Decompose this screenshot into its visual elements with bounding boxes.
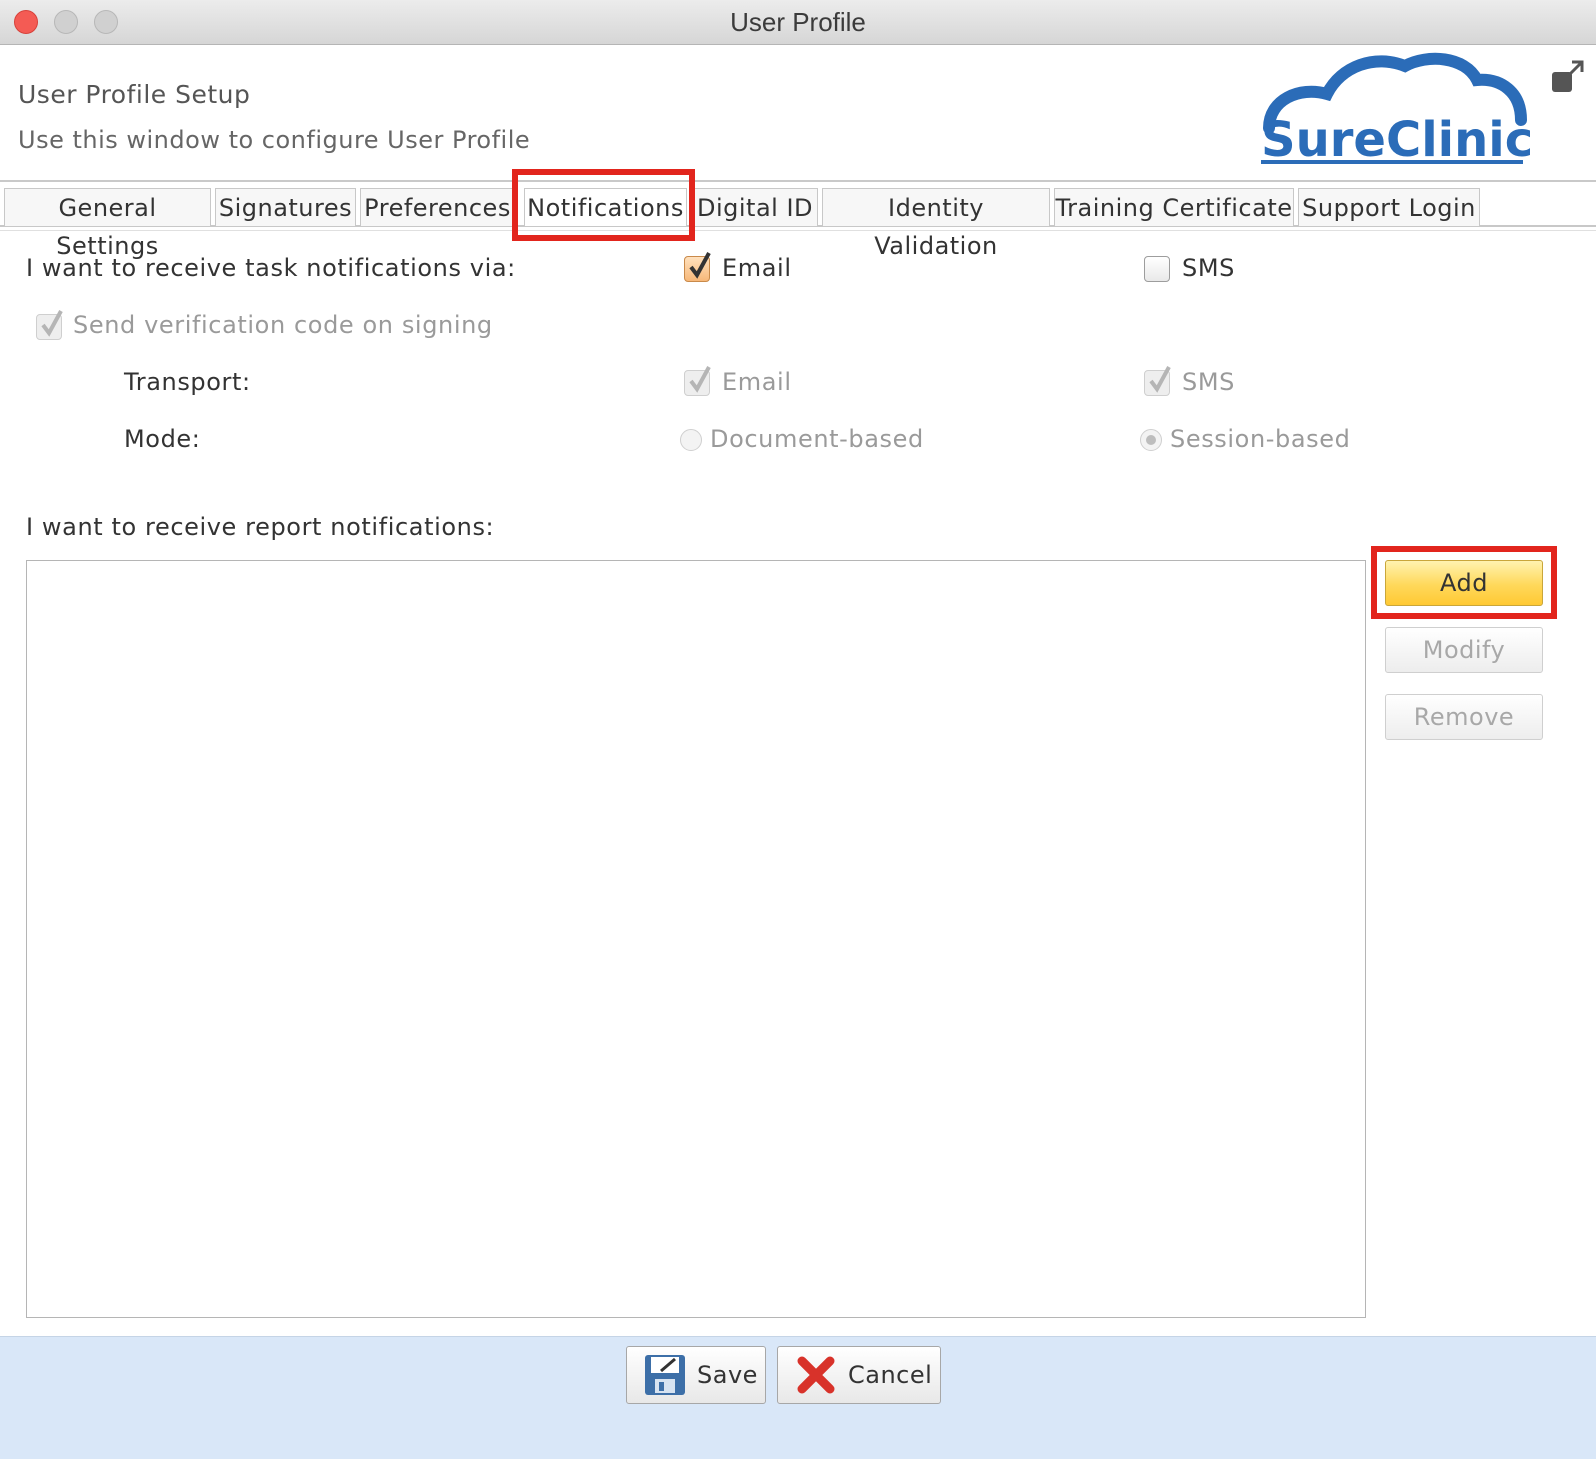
sureclinical-logo: SureClinical [1261,52,1535,168]
save-button[interactable]: Save [626,1346,766,1404]
save-disk-icon [645,1355,685,1395]
modify-button[interactable]: Modify [1385,627,1543,673]
mode-session-radio[interactable] [1140,429,1162,451]
transport-sms-checkbox[interactable] [1144,366,1171,396]
expand-icon[interactable] [1550,58,1588,96]
tab-label: General Settings [56,194,159,260]
tab-identity-validation[interactable]: Identity Validation [822,188,1050,260]
radio-selected-dot [1146,435,1156,445]
tab-label: Support Login [1302,194,1476,222]
task-email-checkbox[interactable] [684,252,711,282]
report-notifications-label: I want to receive report notifications: [26,513,495,541]
remove-button[interactable]: Remove [1385,694,1543,740]
tab-support-login[interactable]: Support Login [1298,188,1480,226]
mode-document-label: Document-based [710,425,924,453]
tab-digital-id[interactable]: Digital ID [692,188,818,226]
logo-text: SureClinical [1261,112,1535,168]
title-bar[interactable]: User Profile [0,0,1596,45]
checkmark-icon [689,366,711,393]
transport-label: Transport: [124,368,251,396]
transport-sms-label: SMS [1182,368,1235,396]
cancel-label: Cancel [848,1361,933,1389]
tab-signatures[interactable]: Signatures [215,188,356,226]
mode-document-radio[interactable] [680,429,702,451]
task-sms-label: SMS [1182,254,1235,282]
cancel-x-icon [797,1356,835,1394]
tab-label: Notifications [527,194,684,222]
checkmark-icon [41,310,63,337]
task-sms-checkbox[interactable] [1144,256,1170,282]
tab-label: Digital ID [696,194,814,222]
checkmark-icon [689,252,711,279]
window-title: User Profile [730,7,866,37]
report-notifications-list[interactable] [26,560,1366,1318]
send-verification-label: Send verification code on signing [73,311,493,339]
user-profile-window: User Profile User Profile Setup Use this… [0,0,1596,1459]
transport-email-checkbox[interactable] [684,366,711,396]
tab-notifications[interactable]: Notifications [524,188,687,226]
transport-email-label: Email [722,368,792,396]
checkmark-icon [1149,366,1171,393]
mode-label: Mode: [124,425,201,453]
tab-label: Training Certificate [1055,194,1293,222]
tab-label: Identity Validation [874,194,998,260]
cancel-button[interactable]: Cancel [777,1346,941,1404]
tab-label: Signatures [218,194,353,222]
mode-session-label: Session-based [1170,425,1351,453]
header-subtitle: Use this window to configure User Profil… [18,126,531,154]
tab-training-certificate[interactable]: Training Certificate [1054,188,1294,226]
send-verification-checkbox[interactable] [36,310,63,340]
header-title: User Profile Setup [18,80,251,109]
task-notifications-label: I want to receive task notifications via… [26,254,516,282]
add-button[interactable]: Add [1385,560,1543,606]
save-label: Save [697,1361,758,1389]
tab-divider-secondary [0,230,1596,231]
tab-preferences[interactable]: Preferences [360,188,515,226]
tab-general-settings[interactable]: General Settings [4,188,211,260]
tab-label: Preferences [364,194,511,222]
task-email-label: Email [722,254,792,282]
